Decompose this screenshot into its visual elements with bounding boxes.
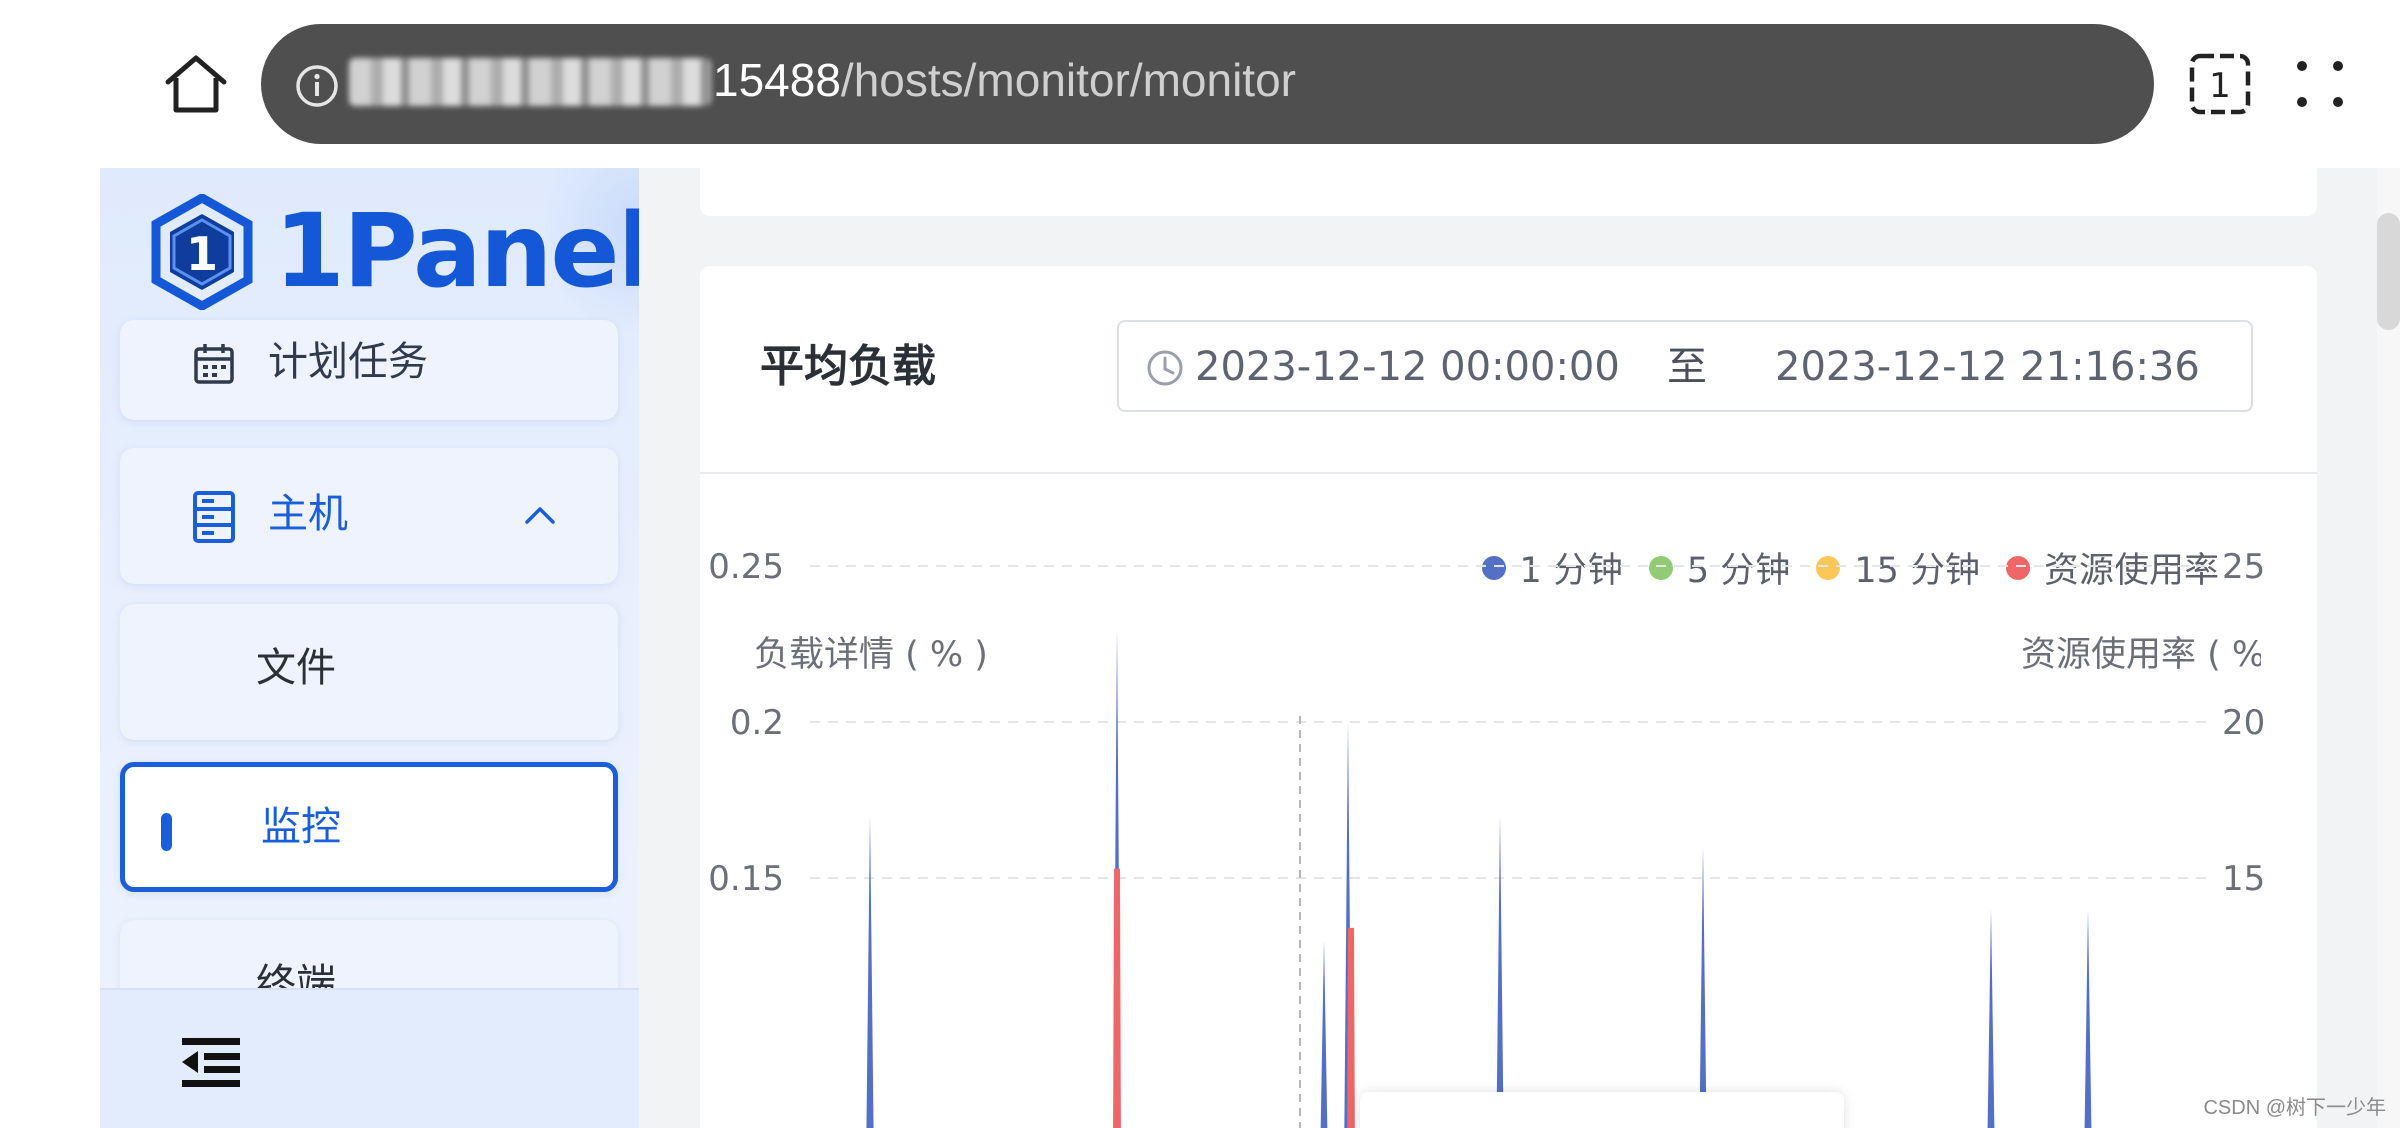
y-tick-label-right: 20 [2222,703,2265,743]
scrollbar-thumb[interactable] [2377,213,2400,330]
url-path: /hosts/monitor/monitor [840,54,1296,106]
collapse-menu-icon[interactable] [182,1036,240,1088]
series-1min-spike [1987,909,1995,1128]
sidebar-item-monitor[interactable]: 监控 [120,762,618,892]
series-usage-spike [1113,868,1121,1128]
url-host-redacted [349,58,711,106]
chart-tooltip [1360,1092,1844,1128]
load-chart[interactable]: 0.25 25 0.2 20 0.15 15 [700,266,2317,1128]
y-tick-label-left: 0.25 [708,547,784,587]
home-icon[interactable] [160,52,232,116]
browser-toolbar: 15488/hosts/monitor/monitor 1 [0,0,2400,168]
address-bar[interactable]: 15488/hosts/monitor/monitor [261,24,2154,144]
sidebar-footer [100,988,639,1128]
series-1min-spike [2084,909,2092,1128]
y-tick-label-left: 0.15 [708,859,784,899]
calendar-icon [194,344,234,384]
menu-dots-icon[interactable] [2292,56,2348,112]
series-1min-spike [1496,815,1504,1128]
main-content: 平均负载 2023-12-12 00:00:00 至 2023-12-12 21… [639,168,2377,1128]
active-indicator [161,813,172,851]
info-icon[interactable] [295,64,339,108]
page-scrollbar[interactable] [2377,168,2400,1128]
series-1min-spike [1699,846,1707,1128]
url-text: 15488/hosts/monitor/monitor [713,50,1296,110]
svg-text:1: 1 [186,227,218,281]
sidebar-item-host[interactable]: 主机 [120,448,618,584]
sidebar: 1 1Panel 计划任务 主机 文件 监控 终端 [100,168,639,1128]
previous-card [700,168,2317,216]
server-icon [193,491,235,543]
chevron-up-icon[interactable] [524,504,556,526]
sidebar-item-files[interactable]: 文件 [120,604,618,740]
tabs-icon[interactable]: 1 [2188,52,2252,116]
sidebar-item-label: 文件 [256,645,336,691]
watermark: CSDN @树下一少年 [2203,1097,2386,1119]
logo[interactable]: 1 1Panel [150,192,639,312]
sidebar-item-label: 计划任务 [268,339,428,385]
y-tick-label-right: 25 [2222,547,2265,587]
y-tick-label-right: 15 [2222,859,2265,899]
series-1min-spike [866,815,874,1128]
series-usage-spike [1347,927,1355,1128]
series-1min-spike [1320,940,1328,1128]
sidebar-item-cron[interactable]: 计划任务 [120,320,618,420]
sidebar-item-label: 主机 [268,491,348,537]
logo-hexagon-icon: 1 [151,194,253,310]
load-average-card: 平均负载 2023-12-12 00:00:00 至 2023-12-12 21… [700,266,2317,1128]
sidebar-item-label: 监控 [261,804,341,850]
tab-count: 1 [2209,66,2231,106]
url-port: 15488 [713,54,841,106]
y-tick-label-left: 0.2 [730,703,784,743]
logo-text: 1Panel [274,192,639,311]
